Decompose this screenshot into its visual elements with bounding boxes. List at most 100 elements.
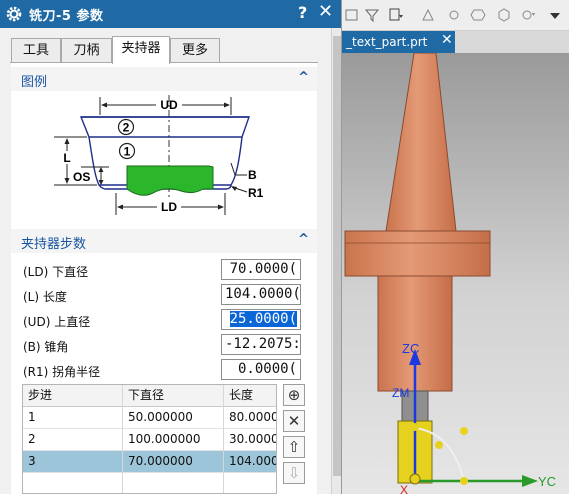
param-ud-input[interactable]: 25.0000(	[221, 309, 301, 330]
cell-lower-dia: 100.000000	[123, 429, 224, 451]
snap-icon[interactable]	[420, 7, 436, 23]
move-up-button[interactable]: ⇧	[283, 436, 305, 458]
holder-cone	[385, 53, 457, 232]
param-ld-value: 70.0000(	[229, 261, 297, 277]
param-l-input[interactable]: 104.0000(	[221, 284, 301, 305]
param-l-label: (L) 长度	[23, 290, 67, 304]
arrowhead-icon	[522, 475, 538, 487]
param-b-value: -12.2075:	[225, 336, 301, 352]
zm-axis-label: ZM	[392, 386, 409, 400]
help-button[interactable]: ?	[298, 3, 307, 22]
column-header-length[interactable]: 长度	[224, 385, 276, 407]
cell-step: 2	[23, 429, 123, 451]
cell-lower-dia: 50.000000	[123, 407, 224, 429]
gear-icon	[6, 6, 22, 22]
tab-shank[interactable]: 刀柄	[61, 38, 112, 63]
tab-holder[interactable]: 夹持器	[112, 36, 170, 64]
point-icon[interactable]	[446, 7, 462, 23]
param-ud-value: 25.0000(	[229, 311, 297, 327]
file-tab-name: _text_part.prt	[346, 35, 428, 49]
table-row-empty	[23, 473, 276, 493]
filter-icon[interactable]	[364, 7, 380, 23]
column-header-step[interactable]: 步进	[23, 385, 123, 407]
select-icon[interactable]	[520, 7, 536, 23]
step-1-number: 1	[124, 145, 131, 159]
hexagon-icon[interactable]	[470, 7, 486, 23]
chevron-down-icon[interactable]	[547, 7, 563, 23]
dialog-title: 铣刀-5 参数	[29, 9, 104, 24]
zc-handle-icon[interactable]	[411, 423, 419, 431]
holder-steps-table: 步进 下直径 长度 1 50.000000 80.0000( 2 100.000…	[22, 384, 277, 494]
delete-step-button[interactable]: ✕	[283, 410, 305, 432]
file-tab[interactable]: _text_part.prt ✕	[342, 31, 455, 53]
origin-handle-icon[interactable]	[409, 473, 421, 485]
param-ud-label: (UD) 上直径	[23, 315, 91, 329]
cell-empty	[23, 473, 123, 493]
arrowhead-icon	[98, 167, 104, 172]
param-b-label: (B) 锥角	[23, 340, 69, 354]
rotation-handle-icon[interactable]	[460, 477, 468, 485]
l-label: L	[63, 151, 70, 165]
param-r1-input[interactable]: 0.0000(	[221, 359, 301, 380]
tool-parameters-dialog: 铣刀-5 参数 ? ✕ 工具 刀柄 夹持器 更多 图例 ^ UD 2 1 L O…	[0, 0, 342, 494]
yc-axis-label: YC	[538, 474, 556, 489]
cell-length: 104.000(	[224, 451, 276, 473]
param-r1-label: (R1) 拐角半径	[23, 365, 101, 379]
tool-3d-model: ZC ZM YC X	[344, 53, 556, 494]
param-b-input[interactable]: -12.2075:	[221, 334, 301, 355]
close-button[interactable]: ✕	[318, 1, 333, 22]
graphics-area[interactable]: ZC ZM YC X	[342, 53, 569, 494]
scrollbar-thumb[interactable]	[333, 36, 341, 476]
table-row-selected[interactable]: 3 70.000000 104.000(	[23, 451, 276, 473]
step-2-number: 2	[123, 121, 130, 135]
viewport-toolbar	[342, 0, 569, 31]
dialog-content: 图例 ^ UD 2 1 L OS B R1 LD 夹持器步数 ^ (LD) 下直…	[11, 63, 317, 494]
ld-label: LD	[161, 200, 177, 214]
b-label: B	[248, 168, 257, 182]
param-ld-input[interactable]: 70.0000(	[221, 259, 301, 280]
param-r1-value: 0.0000(	[237, 361, 297, 377]
arrowhead-icon	[231, 186, 237, 191]
legend-section-title: 图例	[21, 75, 48, 90]
arrowhead-icon	[117, 204, 123, 210]
os-label: OS	[73, 170, 90, 184]
view-icon[interactable]	[344, 7, 360, 23]
cell-length: 80.0000(	[224, 407, 276, 429]
column-header-lower-dia[interactable]: 下直径	[123, 385, 224, 407]
cell-empty	[123, 473, 224, 493]
rotation-handle-icon[interactable]	[435, 441, 443, 449]
rotation-handle-icon[interactable]	[460, 427, 468, 435]
holder-legend-diagram: UD 2 1 L OS B R1 LD	[54, 95, 264, 215]
arrowhead-icon	[224, 102, 230, 108]
legend-section-header[interactable]: 图例 ^	[11, 67, 317, 91]
solid-icon[interactable]	[496, 7, 512, 23]
holder-steps-section-header[interactable]: 夹持器步数 ^	[11, 229, 317, 253]
table-row[interactable]: 1 50.000000 80.0000(	[23, 407, 276, 429]
arrowhead-icon	[64, 138, 70, 144]
move-down-button[interactable]: ⇩	[283, 462, 305, 484]
cell-lower-dia: 70.000000	[123, 451, 224, 473]
r1-label: R1	[248, 186, 264, 200]
tool-silhouette	[126, 165, 214, 196]
holder-step-2	[79, 116, 250, 138]
add-step-button[interactable]: ⊕	[283, 384, 305, 406]
cell-length: 30.0000(	[224, 429, 276, 451]
dialog-scrollbar[interactable]	[331, 28, 341, 494]
table-row[interactable]: 2 100.000000 30.0000(	[23, 429, 276, 451]
tab-more[interactable]: 更多	[170, 38, 220, 63]
collapse-caret-icon[interactable]: ^	[298, 232, 309, 247]
collapse-caret-icon[interactable]: ^	[298, 70, 309, 85]
orient-icon[interactable]	[388, 7, 404, 23]
graphics-window: _text_part.prt ✕ ZC ZM YC X	[342, 0, 569, 494]
arrowhead-icon	[64, 178, 70, 184]
close-tab-icon[interactable]: ✕	[441, 32, 453, 48]
b-angle-arc	[230, 162, 236, 176]
tab-tool[interactable]: 工具	[11, 38, 61, 63]
cell-step: 3	[23, 451, 123, 473]
zc-axis-label: ZC	[402, 341, 419, 356]
xc-axis-label: X	[400, 483, 408, 494]
arrowhead-icon	[101, 102, 107, 108]
arrowhead-icon	[218, 204, 224, 210]
table-header-row: 步进 下直径 长度	[23, 385, 276, 407]
holder-flange	[344, 230, 491, 277]
